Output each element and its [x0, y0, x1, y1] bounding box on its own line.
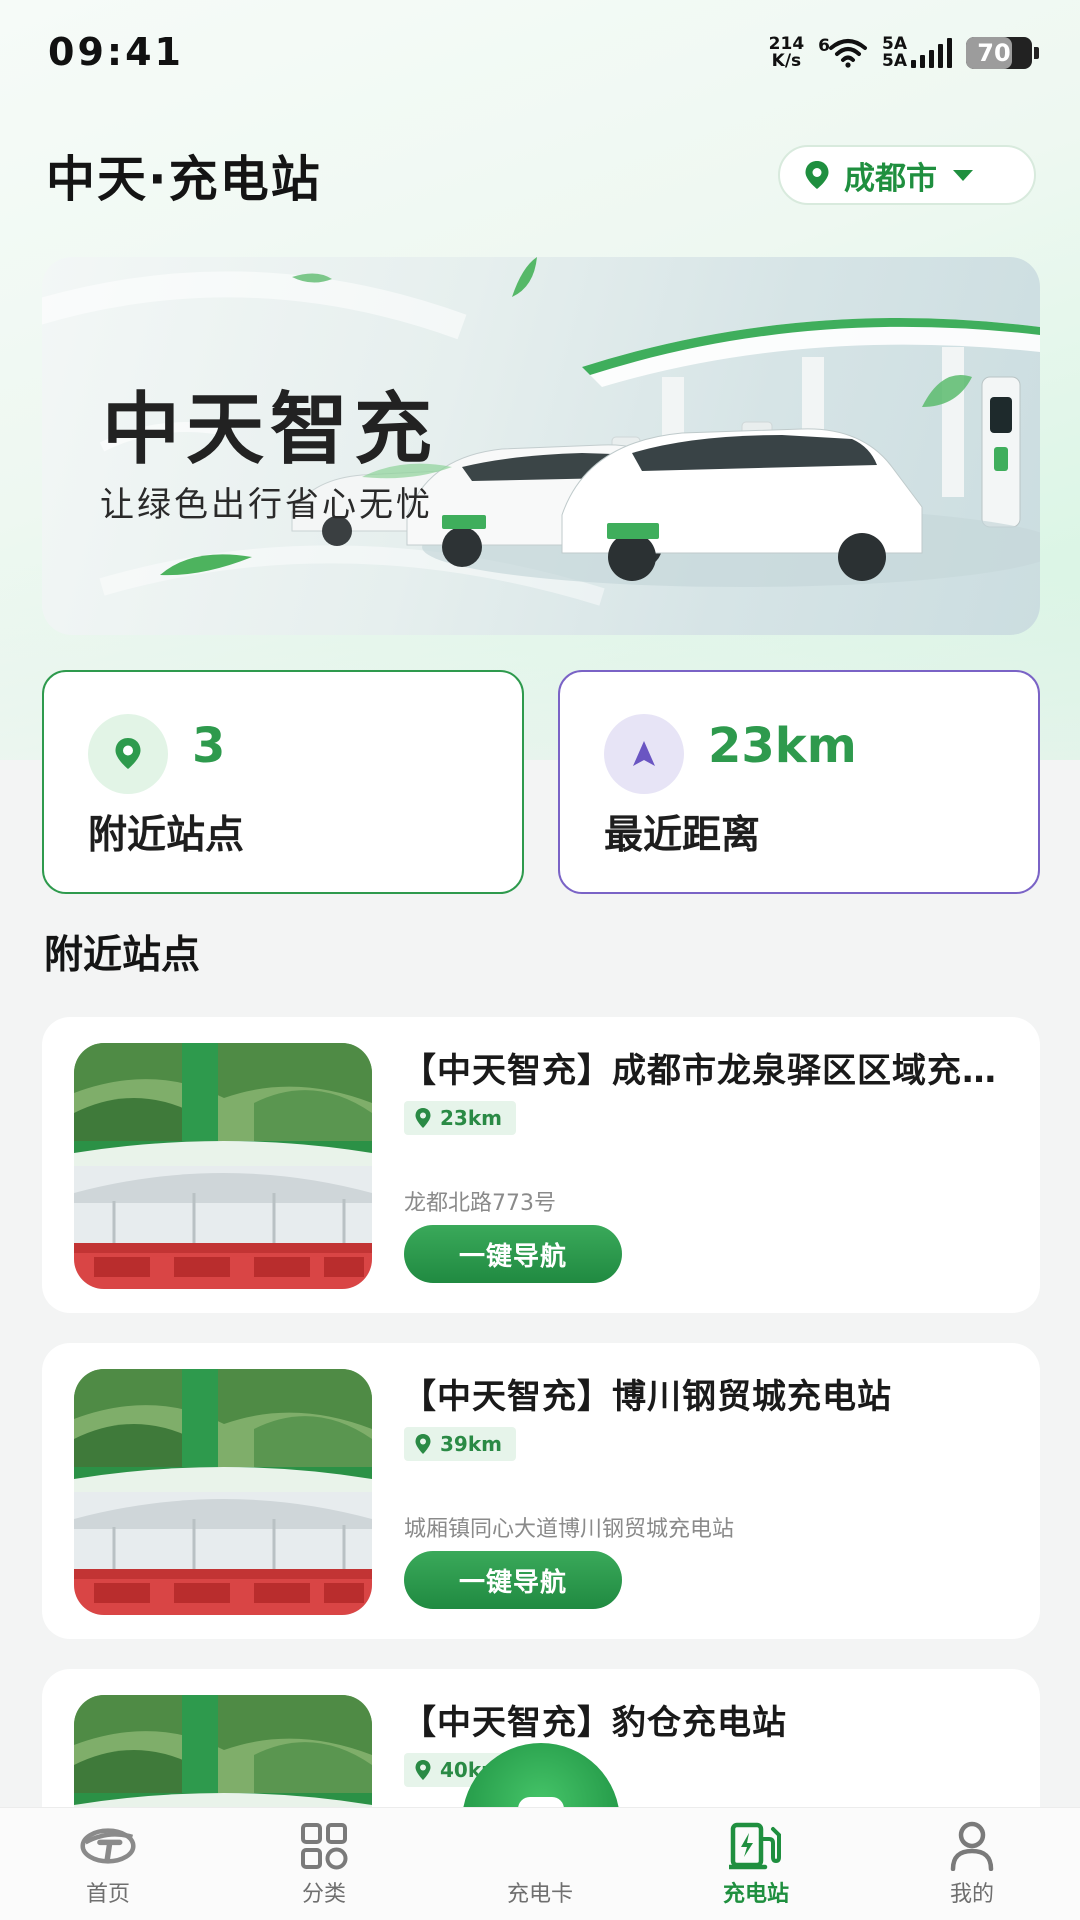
tab-charge-card[interactable]: 充电卡 [460, 1808, 620, 1920]
city-label: 成都市 [844, 160, 937, 197]
network-speed: 214 K/s [769, 36, 805, 70]
location-pin-icon [805, 161, 829, 189]
station-card[interactable]: 【中天智充】成都市龙泉驿区区域充电站 23km 龙都北路773号 一键导航 [42, 1017, 1040, 1313]
tab-charging-station[interactable]: 充电站 [676, 1808, 836, 1920]
banner-subtitle: 让绿色出行省心无忧 [100, 485, 433, 525]
tab-category-label: 分类 [301, 1882, 346, 1907]
sim2-label: 5A [882, 51, 907, 71]
battery-icon: 70 [966, 37, 1039, 69]
battery-percentage: 70 [977, 39, 1011, 67]
charging-station-icon [728, 1820, 784, 1872]
promo-banner[interactable]: 中天智充 让绿色出行省心无忧 [42, 257, 1040, 635]
nearest-distance-value: 23km [708, 718, 857, 774]
tab-home-label: 首页 [85, 1882, 130, 1907]
nearest-distance-card[interactable]: 23km 最近距离 [558, 670, 1040, 894]
profile-icon [944, 1820, 1000, 1872]
location-pin-icon [415, 1760, 431, 1780]
station-address: 城厢镇同心大道博川钢贸城充电站 [404, 1517, 735, 1542]
station-distance: 23km [440, 1106, 502, 1130]
tab-charging-station-label: 充电站 [722, 1882, 789, 1907]
tab-profile[interactable]: 我的 [892, 1808, 1052, 1920]
navigate-button[interactable]: 一键导航 [404, 1551, 622, 1609]
status-bar: 09:41 214 K/s 6 5A 5A 70 [0, 0, 1080, 110]
city-selector[interactable]: 成都市 [778, 145, 1036, 205]
tab-charge-card-label: 充电卡 [506, 1882, 573, 1907]
network-speed-unit: K/s [771, 51, 802, 71]
station-photo [74, 1043, 372, 1289]
station-name: 【中天智充】博川钢贸城充电站 [402, 1377, 892, 1417]
home-logo-icon [80, 1820, 136, 1872]
page-title: 中天·充电站 [46, 151, 322, 208]
distance-tag: 39km [404, 1427, 516, 1461]
station-photo [74, 1369, 372, 1615]
tab-category[interactable]: 分类 [244, 1808, 404, 1920]
tab-home[interactable]: 首页 [28, 1808, 188, 1920]
station-name: 【中天智充】成都市龙泉驿区区域充电站 [402, 1051, 1012, 1091]
status-time: 09:41 [48, 30, 184, 74]
section-title: 附近站点 [44, 933, 201, 978]
nearby-label: 附近站点 [88, 813, 245, 858]
tab-profile-label: 我的 [949, 1882, 994, 1907]
location-pin-icon [88, 714, 168, 794]
station-distance: 39km [440, 1432, 502, 1456]
cellular-signal-icon: 5A 5A [882, 36, 952, 70]
chevron-down-icon [953, 169, 973, 181]
station-name: 【中天智充】豹仓充电站 [402, 1703, 787, 1743]
status-indicators: 214 K/s 6 5A 5A 70 [769, 36, 1039, 70]
nearest-distance-label: 最近距离 [604, 813, 761, 858]
category-grid-icon [296, 1820, 352, 1872]
nearby-count: 3 [192, 718, 226, 774]
distance-tag: 23km [404, 1101, 516, 1135]
navigate-button[interactable]: 一键导航 [404, 1225, 622, 1283]
location-pin-icon [415, 1108, 431, 1128]
station-card[interactable]: 【中天智充】博川钢贸城充电站 39km 城厢镇同心大道博川钢贸城充电站 一键导航 [42, 1343, 1040, 1639]
bottom-tab-bar: 首页 分类 充电卡 充电站 我的 [0, 1807, 1080, 1920]
station-address: 龙都北路773号 [404, 1191, 556, 1216]
nearby-stations-card[interactable]: 3 附近站点 [42, 670, 524, 894]
location-pin-icon [415, 1434, 431, 1454]
wifi-icon: 6 [818, 38, 868, 68]
banner-title: 中天智充 [102, 385, 439, 475]
navigation-arrow-icon [604, 714, 684, 794]
